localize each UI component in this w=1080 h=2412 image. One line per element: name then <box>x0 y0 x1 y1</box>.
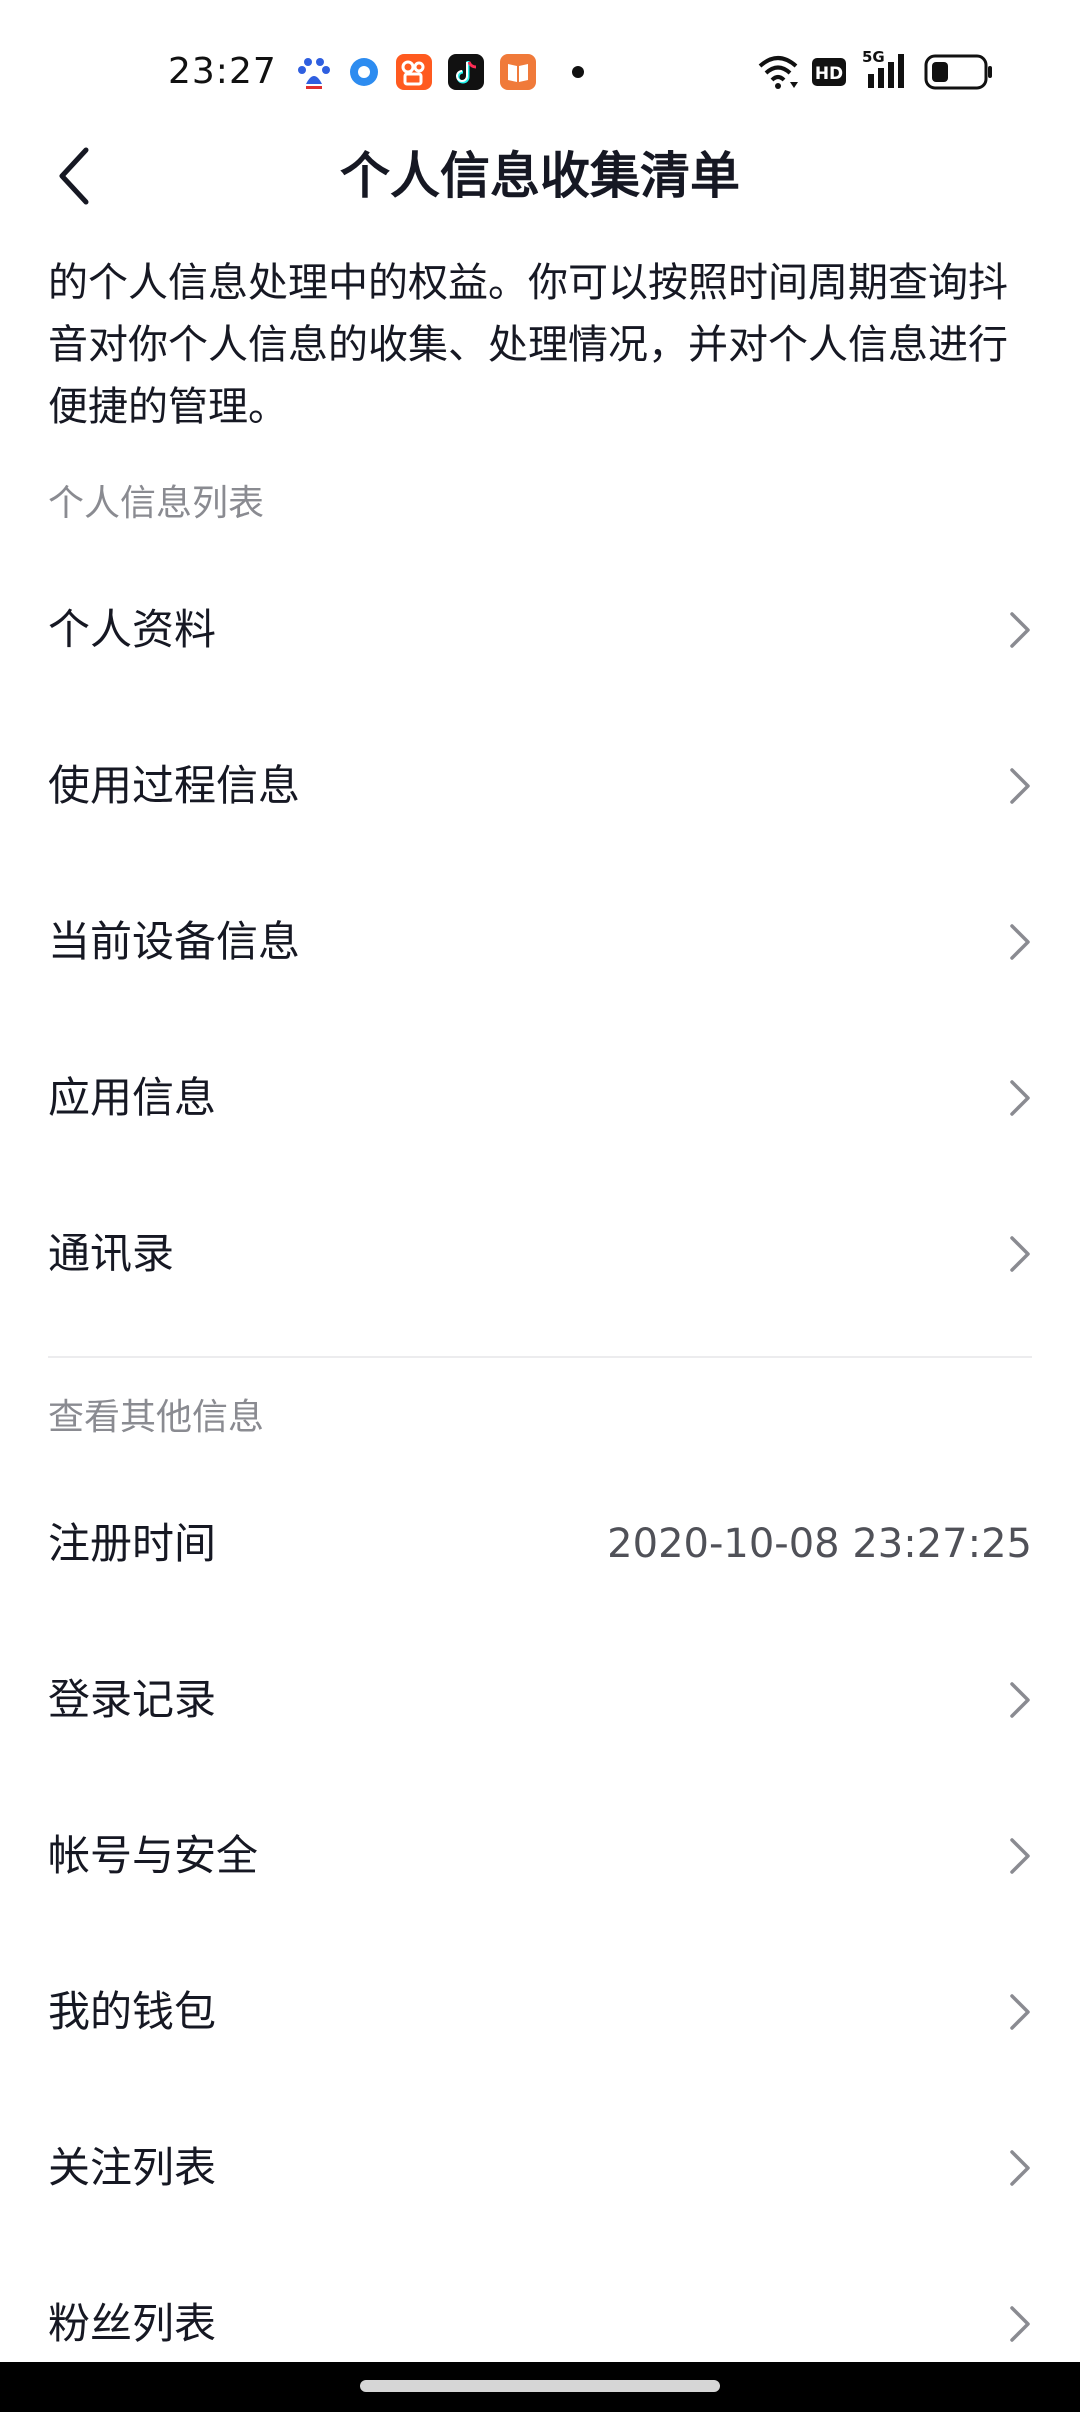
list-item-usage-info[interactable]: 使用过程信息 <box>0 708 1080 864</box>
kuaishou-app-icon <box>396 54 432 90</box>
reader-app-icon <box>500 54 536 90</box>
list-item-label: 当前设备信息 <box>48 917 301 966</box>
register-time-value: 2020-10-08 23:27:25 <box>607 1521 1032 1567</box>
chevron-right-icon <box>1010 1994 1030 2030</box>
intro-text: 的个人信息处理中的权益。你可以按照时间周期查询抖音对你个人信息的收集、处理情况，… <box>48 260 1008 430</box>
list-item-login-records[interactable]: 登录记录 <box>0 1622 1080 1778</box>
home-indicator[interactable] <box>360 2380 720 2392</box>
register-time-label: 注册时间 <box>48 1519 217 1568</box>
list-item-label: 粉丝列表 <box>48 2299 217 2348</box>
list-item-followers[interactable]: 粉丝列表 <box>0 2246 1080 2362</box>
list-item-label: 使用过程信息 <box>48 761 301 810</box>
list-item-label: 个人资料 <box>48 605 217 654</box>
list-item-label: 关注列表 <box>48 2143 217 2192</box>
hd-label: HD <box>815 64 843 84</box>
status-bar: 23:27 HD 5G <box>0 0 1080 140</box>
chevron-right-icon <box>1010 1080 1030 1116</box>
section-title-personal: 个人信息列表 <box>48 483 265 524</box>
chevron-right-icon <box>1010 612 1030 648</box>
list-item-label: 通讯录 <box>48 1229 175 1278</box>
status-time: 23:27 <box>168 51 277 92</box>
chevron-right-icon <box>1010 2150 1030 2186</box>
list-item-account-security[interactable]: 帐号与安全 <box>0 1778 1080 1934</box>
chevron-left-icon <box>59 147 89 205</box>
list-item-following[interactable]: 关注列表 <box>0 2090 1080 2246</box>
network-label: 5G <box>862 48 885 66</box>
browser-app-icon <box>346 54 382 90</box>
wifi-icon <box>756 52 800 96</box>
chevron-right-icon <box>1010 2306 1030 2342</box>
baidu-app-icon <box>296 54 332 90</box>
list-item-contacts[interactable]: 通讯录 <box>0 1176 1080 1332</box>
chevron-right-icon <box>1010 768 1030 804</box>
list-item-profile[interactable]: 个人资料 <box>0 552 1080 708</box>
chevron-right-icon <box>1010 924 1030 960</box>
chevron-right-icon <box>1010 1682 1030 1718</box>
section-title-other: 查看其他信息 <box>48 1397 265 1438</box>
list-item-label: 登录记录 <box>48 1675 217 1724</box>
list-item-device-info[interactable]: 当前设备信息 <box>0 864 1080 1020</box>
list-item-app-info[interactable]: 应用信息 <box>0 1020 1080 1176</box>
signal-5g-icon: 5G <box>862 48 910 96</box>
battery-icon <box>924 54 994 94</box>
screen: 23:27 HD 5G 个人信息收集清单 的个人信息处理中的权益。你可以按照时间… <box>0 0 1080 2362</box>
list-item-wallet[interactable]: 我的钱包 <box>0 1934 1080 2090</box>
register-time-row: 注册时间 2020-10-08 23:27:25 <box>0 1466 1080 1622</box>
section-divider <box>48 1356 1032 1358</box>
chevron-right-icon <box>1010 1838 1030 1874</box>
page-title: 个人信息收集清单 <box>340 147 740 205</box>
chevron-right-icon <box>1010 1236 1030 1272</box>
notification-dot-icon <box>572 66 584 78</box>
list-item-label: 我的钱包 <box>48 1987 217 2036</box>
hd-icon: HD <box>812 58 846 90</box>
list-item-label: 应用信息 <box>48 1073 217 1122</box>
douyin-app-icon <box>448 54 484 90</box>
back-button[interactable] <box>44 140 104 212</box>
list-item-label: 帐号与安全 <box>48 1831 259 1880</box>
